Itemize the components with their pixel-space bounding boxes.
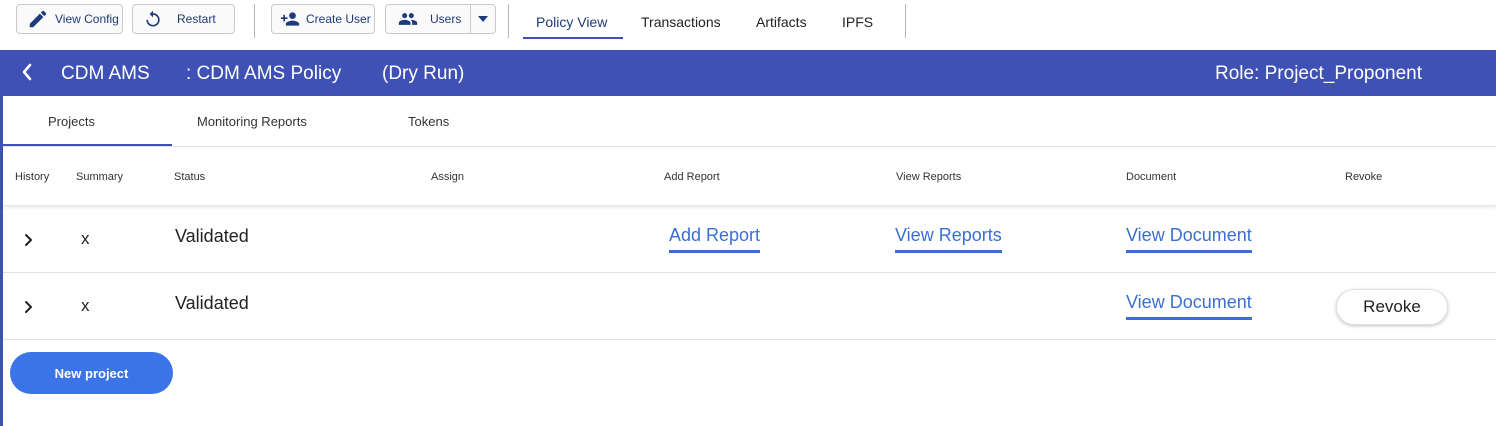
view-reports-link[interactable]: View Reports xyxy=(895,225,1002,253)
restart-icon xyxy=(146,10,160,27)
toolbar-divider xyxy=(508,4,509,38)
column-add-report: Add Report xyxy=(664,171,720,183)
expand-history-button[interactable] xyxy=(23,300,33,319)
expand-history-button[interactable] xyxy=(23,233,33,252)
tab-transactions[interactable]: Transactions xyxy=(641,14,721,30)
policy-name: : CDM AMS Policy xyxy=(186,63,342,84)
top-toolbar: View Config Restart Create User Users Po… xyxy=(0,0,1496,50)
revoke-button[interactable]: Revoke xyxy=(1336,289,1448,325)
summary-cell[interactable]: x xyxy=(81,296,90,316)
active-subtab-indicator xyxy=(3,144,172,146)
column-assign: Assign xyxy=(431,171,465,183)
view-config-label: View Config xyxy=(55,12,119,26)
status-cell: Validated xyxy=(175,293,249,313)
sub-tabs: Projects Monitoring Reports Tokens xyxy=(3,96,1496,147)
summary-cell[interactable]: x xyxy=(81,229,90,249)
chevron-left-icon xyxy=(22,63,32,81)
column-history: History xyxy=(15,171,50,183)
user-role: Role: Project_Proponent xyxy=(1215,63,1423,84)
column-summary: Summary xyxy=(76,171,124,183)
view-document-link[interactable]: View Document xyxy=(1126,292,1252,320)
view-config-button[interactable]: View Config xyxy=(16,4,123,34)
column-status: Status xyxy=(174,171,206,183)
column-document: Document xyxy=(1126,171,1177,183)
users-dropdown[interactable]: Users xyxy=(385,4,496,34)
create-user-button[interactable]: Create User xyxy=(271,4,375,34)
view-document-link[interactable]: View Document xyxy=(1126,225,1252,253)
restart-label: Restart xyxy=(177,12,216,26)
users-dropdown-toggle[interactable] xyxy=(470,5,495,33)
restart-button[interactable]: Restart xyxy=(132,4,235,34)
toolbar-divider xyxy=(905,4,906,38)
create-user-label: Create User xyxy=(306,12,371,26)
new-project-button[interactable]: New project xyxy=(10,352,173,394)
chevron-right-icon xyxy=(25,234,32,246)
table-header: History Summary Status Assign Add Report… xyxy=(3,147,1496,206)
users-label: Users xyxy=(430,12,462,26)
chevron-right-icon xyxy=(25,301,32,313)
active-tab-indicator xyxy=(523,37,623,39)
subtab-projects[interactable]: Projects xyxy=(48,114,95,129)
tab-ipfs[interactable]: IPFS xyxy=(842,14,873,30)
tab-policy-view[interactable]: Policy View xyxy=(536,14,607,30)
policy-group: CDM AMS xyxy=(61,63,150,84)
policy-header: CDM AMS : CDM AMS Policy (Dry Run) Role:… xyxy=(0,50,1496,96)
caret-down-icon xyxy=(478,16,488,22)
tab-artifacts[interactable]: Artifacts xyxy=(756,14,807,30)
toolbar-divider xyxy=(254,4,255,38)
status-cell: Validated xyxy=(175,226,249,246)
table-row: x Validated View Document Revoke xyxy=(3,273,1496,340)
table-row: x Validated Add Report View Reports View… xyxy=(3,206,1496,273)
users-icon xyxy=(398,13,418,25)
column-revoke: Revoke xyxy=(1345,171,1383,183)
run-mode: (Dry Run) xyxy=(382,63,465,84)
subtab-monitoring-reports[interactable]: Monitoring Reports xyxy=(197,114,307,129)
back-button[interactable] xyxy=(20,62,34,88)
subtab-tokens[interactable]: Tokens xyxy=(408,114,449,129)
add-report-link[interactable]: Add Report xyxy=(669,225,761,253)
column-view-reports: View Reports xyxy=(896,171,962,183)
pencil-icon xyxy=(29,10,47,28)
add-user-icon xyxy=(280,12,300,26)
